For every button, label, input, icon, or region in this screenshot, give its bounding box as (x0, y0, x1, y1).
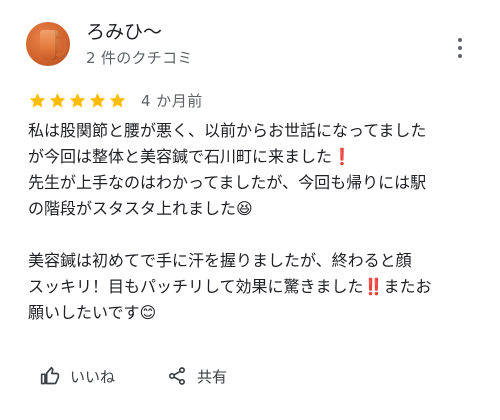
review-line: 私は股関節と腰が悪く、以前からお世話になってました (28, 121, 427, 140)
menu-dot (458, 46, 462, 50)
star-rating (28, 91, 127, 110)
review-text: 私は股関節と腰が悪く、以前からお世話になってました が今回は整体と美容鍼で石川町に… (28, 118, 480, 326)
more-options-button[interactable] (450, 36, 470, 60)
share-icon (167, 366, 187, 386)
like-label: いいね (70, 367, 116, 386)
share-label: 共有 (197, 367, 228, 386)
review-line: が今回は整体と美容鍼で石川町に来ました❗ (28, 147, 352, 166)
star-icon (69, 92, 86, 108)
review-line: 美容鍼は初めてで手に汗を握りましたが、終わると顔 (28, 251, 412, 270)
menu-dot (458, 38, 462, 42)
reviewer-name[interactable]: ろみひ〜 (86, 20, 162, 44)
mug-handle-image (56, 36, 67, 56)
review-line: の階段がスタスタ上れました😆 (28, 199, 253, 218)
share-button[interactable]: 共有 (167, 366, 227, 387)
rating-row: 4 か月前 (28, 89, 203, 111)
star-icon (89, 92, 106, 108)
like-button[interactable]: いいね (40, 366, 115, 387)
reviewer-avatar[interactable] (26, 22, 70, 66)
reviewer-review-count: 2 件のクチコミ (86, 49, 193, 67)
menu-dot (458, 54, 462, 58)
review-date: 4 か月前 (141, 91, 203, 110)
star-icon (109, 92, 126, 108)
review-line: 先生が上手なのはわかってましたが、今回も帰りには駅 (28, 173, 427, 192)
review-card: ろみひ〜 2 件のクチコミ 4 か月前 私は股関節と腰が悪く、以前からお世話にな… (0, 0, 500, 420)
review-line: スッキリ！目もパッチリして効果に驚きました‼️またお (28, 277, 432, 296)
thumbs-up-icon (40, 366, 60, 386)
star-icon (29, 92, 46, 108)
star-icon (49, 92, 66, 108)
review-line (28, 222, 480, 248)
review-line: 願いしたいです😊 (28, 303, 157, 322)
review-actions: いいね 共有 (40, 362, 227, 390)
